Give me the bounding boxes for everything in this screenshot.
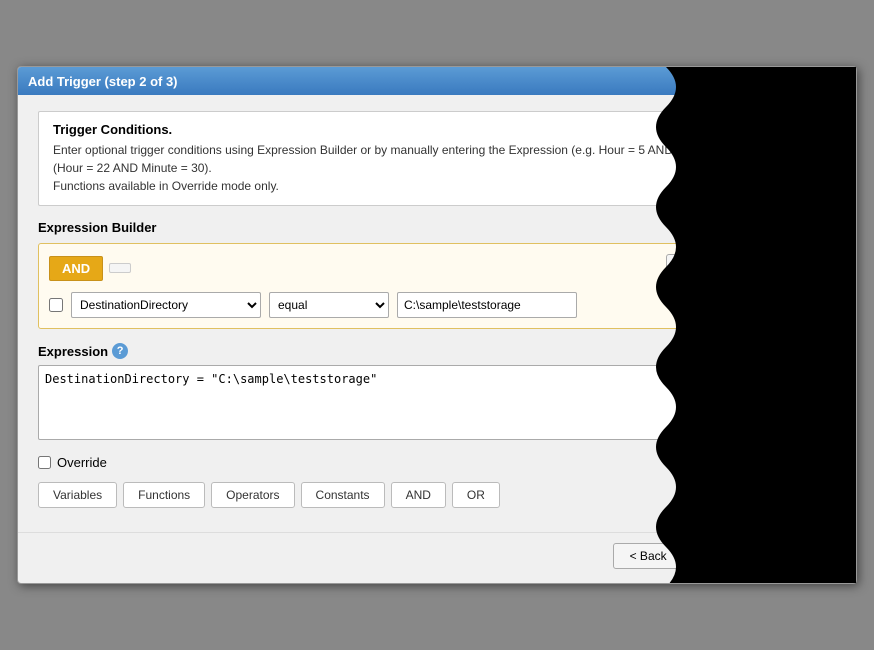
operators-button[interactable]: Operators — [211, 482, 294, 508]
trigger-conditions-desc: Enter optional trigger conditions using … — [53, 141, 821, 195]
next-button[interactable]: Next > — [690, 543, 759, 569]
add-group-button[interactable]: ⊕ Add group — [731, 254, 825, 282]
expression-builder-container: AND dd rule ⊕ Add group DestinationDirec… — [38, 243, 836, 329]
dialog-title: Add Trigger (step 2 of 3) — [28, 74, 178, 89]
expression-section: Expression ? DestinationDirectory = "C:\… — [38, 343, 836, 443]
add-trigger-dialog: Add Trigger (step 2 of 3) ✕ Trigger Cond… — [17, 66, 857, 584]
field-select[interactable]: DestinationDirectory — [71, 292, 261, 318]
constants-button[interactable]: Constants — [301, 482, 385, 508]
override-label: Override — [57, 455, 107, 470]
help-icon[interactable]: ? — [112, 343, 128, 359]
rule-row: DestinationDirectory equal ▬ Delete — [49, 292, 825, 318]
expr-buttons-row: Variables Functions Operators Constants … — [38, 482, 836, 508]
expression-textarea[interactable]: DestinationDirectory = "C:\sample\testst… — [38, 365, 836, 440]
add-rule-button[interactable]: dd rule — [666, 254, 725, 282]
operator-select[interactable]: equal — [269, 292, 389, 318]
delete-icon: ▬ — [763, 297, 777, 313]
override-row: Override — [38, 455, 836, 470]
override-checkbox[interactable] — [38, 456, 51, 469]
rule-value-input[interactable] — [397, 292, 577, 318]
rule-checkbox[interactable] — [49, 298, 63, 312]
plus-icon: ⊕ — [742, 259, 755, 277]
dialog-body: Trigger Conditions. Enter optional trigg… — [18, 95, 856, 532]
cancel-button[interactable]: Cancel — [765, 543, 836, 569]
test-expression-button[interactable]: Test Expression — [717, 482, 836, 508]
add-group-label: Add group — [759, 261, 814, 275]
or-toggle[interactable] — [109, 263, 131, 273]
builder-controls-right: dd rule ⊕ Add group — [666, 254, 825, 282]
and-button[interactable]: AND — [391, 482, 446, 508]
or-button[interactable]: OR — [452, 482, 500, 508]
trigger-conditions-box: Trigger Conditions. Enter optional trigg… — [38, 111, 836, 206]
builder-controls: AND dd rule ⊕ Add group — [49, 254, 825, 282]
and-toggle-button[interactable]: AND — [49, 256, 103, 281]
close-button[interactable]: ✕ — [830, 73, 846, 89]
delete-button[interactable]: ▬ Delete — [754, 293, 825, 317]
add-rule-label: dd rule — [677, 261, 714, 275]
trigger-conditions-title: Trigger Conditions. — [53, 122, 821, 137]
expression-builder-label: Expression Builder — [38, 220, 836, 235]
delete-label: Delete — [781, 298, 816, 312]
expression-label-row: Expression ? — [38, 343, 836, 359]
functions-button[interactable]: Functions — [123, 482, 205, 508]
dialog-footer: < Back Next > Cancel — [18, 532, 856, 583]
expression-label: Expression — [38, 344, 108, 359]
variables-button[interactable]: Variables — [38, 482, 117, 508]
dialog-titlebar: Add Trigger (step 2 of 3) ✕ — [18, 67, 856, 95]
back-button[interactable]: < Back — [613, 543, 684, 569]
